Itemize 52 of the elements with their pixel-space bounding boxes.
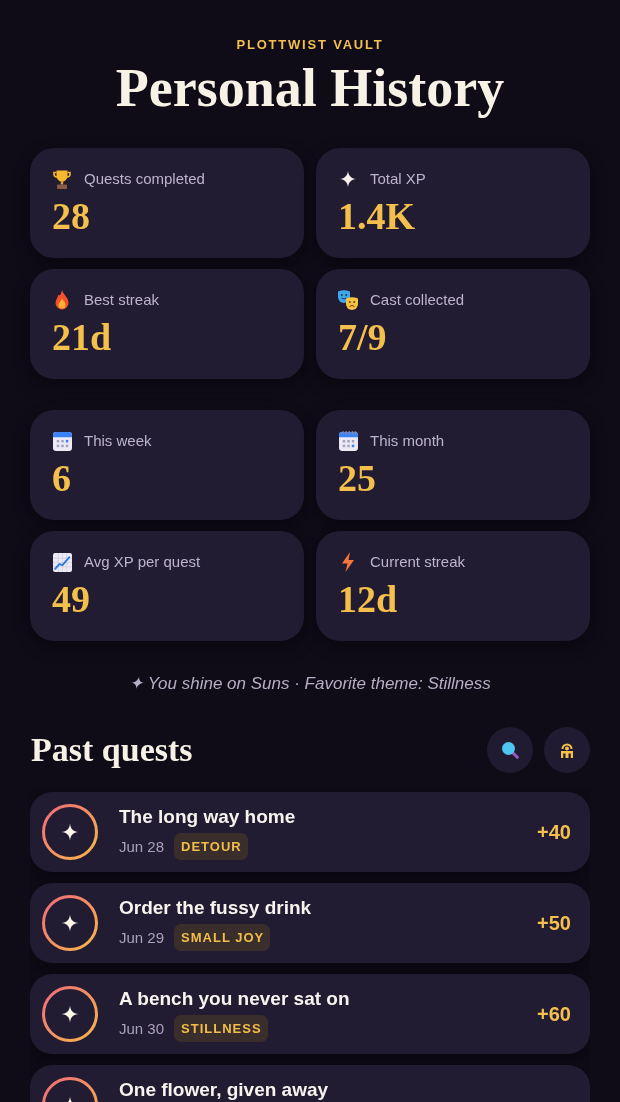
- lightning-bolt-icon: [342, 552, 354, 572]
- search-button[interactable]: [487, 727, 533, 773]
- quest-date: Jun 28: [119, 836, 165, 857]
- stat-value: 49: [52, 579, 90, 619]
- stat-value: 6: [52, 458, 71, 498]
- theme-tag: SMALL JOY: [174, 924, 271, 951]
- search-icon: [501, 741, 519, 759]
- stat-value: 7/9: [338, 317, 387, 357]
- spiral-calendar-icon: [338, 431, 358, 451]
- figure-icon: [560, 742, 574, 758]
- xp-reward: +60: [537, 1002, 571, 1027]
- quest-date: Jun 30: [119, 1018, 165, 1039]
- theme-tag: STILLNESS: [174, 1015, 268, 1042]
- summary-text: ✦ You shine on Suns · Favorite theme: Stillness: [129, 674, 491, 693]
- flame-icon: [55, 290, 69, 310]
- stat-value: 1.4K: [338, 196, 416, 236]
- trophy-icon: [53, 169, 71, 189]
- stat-label: Avg XP per quest: [84, 552, 201, 572]
- stat-label: Best streak: [84, 290, 160, 310]
- sparkle-ring-icon: [42, 986, 98, 1042]
- theme-tag: DETOUR: [174, 833, 248, 860]
- stat-label: Quests completed: [84, 169, 205, 189]
- quest-title: A bench you never sat on: [119, 988, 350, 1009]
- stat-label: This week: [84, 431, 152, 451]
- stat-value: 25: [338, 458, 376, 498]
- stat-label: Total XP: [370, 169, 426, 189]
- quest-card[interactable]: Order the fussy drink Jun 29 SMALL JOY +50: [30, 883, 590, 963]
- xp-reward: +50: [537, 911, 571, 936]
- stat-value: 28: [52, 196, 90, 236]
- xp-reward: +40: [537, 820, 571, 845]
- quest-title: One flower, given away: [119, 1079, 329, 1100]
- sparkle-ring-icon: [42, 895, 98, 951]
- sparkle-ring-icon: [42, 804, 98, 860]
- figure-button[interactable]: [544, 727, 590, 773]
- quest-title: The long way home: [119, 806, 296, 827]
- quest-card[interactable]: One flower, given away: [30, 1065, 590, 1102]
- stat-value: 21d: [52, 317, 112, 357]
- app-eyebrow: PLOTTWIST VAULT: [236, 37, 384, 53]
- sparkle-icon: [340, 171, 356, 187]
- stat-label: Current streak: [370, 552, 466, 572]
- theater-masks-icon: [338, 290, 358, 310]
- stat-value: 12d: [338, 579, 398, 619]
- stat-label: Cast collected: [370, 290, 465, 310]
- calendar-icon: [52, 431, 72, 451]
- quest-card[interactable]: A bench you never sat on Jun 30 STILLNESS +60: [30, 974, 590, 1054]
- section-title: Past quests: [30, 730, 193, 770]
- stat-label: This month: [370, 431, 445, 451]
- quest-date: Jun 29: [119, 927, 165, 948]
- quest-card[interactable]: The long way home Jun 28 DETOUR +40: [30, 792, 590, 872]
- quest-title: Order the fussy drink: [119, 897, 312, 918]
- page-title: Personal History: [114, 57, 506, 119]
- line-chart-icon: [52, 552, 72, 572]
